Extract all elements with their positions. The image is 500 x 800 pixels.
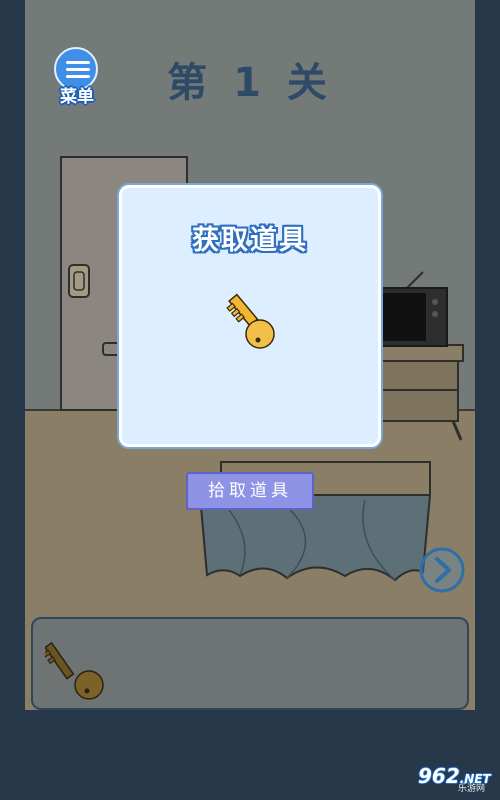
item-obtained-dialog: 获取道具 — [119, 185, 381, 447]
chevron-right-icon[interactable] — [418, 546, 466, 594]
game-screen: 菜单 第 1 关 获取道具 拾取道具 962.NET 乐游网 — [0, 0, 500, 800]
watermark-logo: 962.NET 乐游网 — [410, 764, 498, 798]
menu-label[interactable]: 菜单 — [50, 82, 104, 107]
dialog-title: 获取道具 — [192, 225, 308, 256]
door-lock[interactable] — [68, 264, 90, 298]
television[interactable] — [376, 271, 448, 347]
inventory-item-key[interactable] — [42, 625, 115, 703]
menu-button[interactable]: 菜单 — [50, 47, 104, 107]
level-title: 第 1 关 — [167, 60, 333, 106]
key-icon — [222, 284, 282, 358]
pickup-item-button[interactable]: 拾取道具 — [186, 472, 314, 510]
watermark-sub: 乐游网 — [458, 784, 486, 794]
inventory-bar — [31, 617, 469, 710]
key-icon — [42, 641, 104, 700]
